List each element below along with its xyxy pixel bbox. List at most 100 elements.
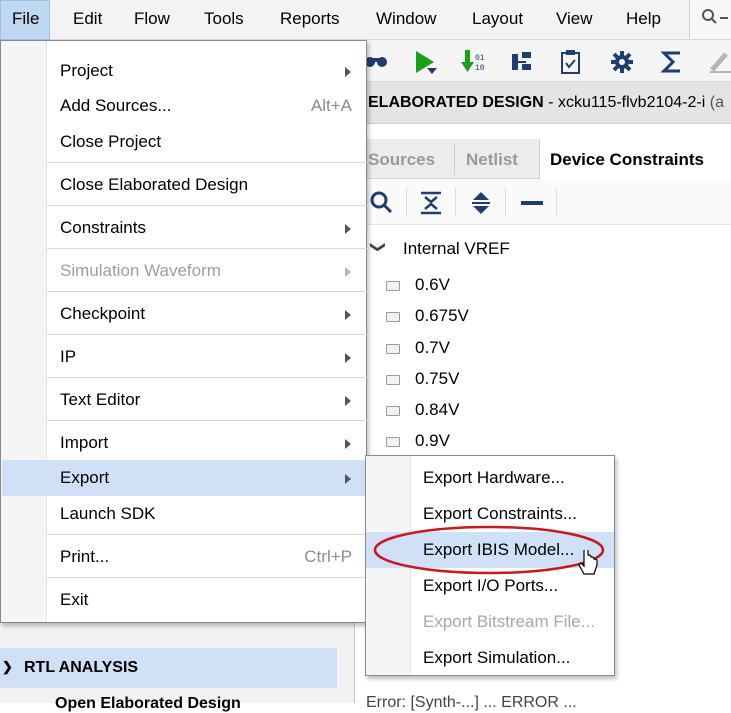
tree-item-label: 0.84V (415, 400, 460, 419)
folder-icon (386, 405, 400, 416)
menu-item-label: Close Elaborated Design (60, 175, 249, 194)
tree-root-internal-vref[interactable]: Internal VREF (403, 239, 510, 259)
submenu-arrow-icon (345, 224, 351, 234)
tab-device-constraints[interactable]: Device Constraints (539, 139, 731, 180)
status-line: Error: [Synth-...] ... ERROR ... (366, 694, 577, 711)
clipboard-icon[interactable] (560, 50, 582, 74)
menu-item-label: Simulation Waveform (60, 261, 221, 280)
folder-icon (386, 311, 400, 322)
search-icon[interactable] (370, 191, 394, 215)
menu-item-ip[interactable]: IP (47, 339, 367, 375)
menu-item-label: Export Simulation... (423, 648, 571, 667)
submenu-arrow-icon (345, 67, 351, 77)
shortcut-label: Ctrl+P (304, 547, 352, 566)
menu-icon-strip (1, 41, 47, 622)
menu-item-label: Export Bitstream File... (423, 612, 595, 631)
menu-item-label: Launch SDK (60, 504, 156, 523)
submenu-arrow-icon (345, 396, 351, 406)
pointer-cursor-icon (578, 550, 598, 575)
menu-item-constraints[interactable]: Constraints (47, 210, 367, 246)
menu-reports[interactable]: Reports (280, 9, 340, 29)
tree-item-label: 0.7V (415, 338, 450, 357)
tree-item[interactable]: 0.75V (386, 369, 459, 393)
menu-item-export-bitstream: Export Bitstream File... (366, 604, 614, 640)
menu-item-label: Exit (60, 590, 89, 609)
menu-item-export-simulation[interactable]: Export Simulation... (366, 640, 614, 676)
menu-item-import[interactable]: Import (47, 425, 367, 461)
menu-item-label: Close Project (60, 132, 162, 151)
menu-item-label: Constraints (60, 218, 146, 237)
menu-item-exit[interactable]: Exit (47, 582, 367, 618)
design-title: ELABORATED DESIGN (368, 94, 544, 111)
menu-edit[interactable]: Edit (73, 9, 102, 29)
menu-item-label: Import (60, 433, 109, 452)
menu-window[interactable]: Window (376, 9, 436, 29)
menu-item-label: Text Editor (60, 390, 141, 409)
rtl-analysis-section[interactable]: ❯ RTL ANALYSIS (0, 648, 337, 688)
chevron-down-icon: ❯ (2, 659, 13, 674)
menu-item-export[interactable]: Export (2, 460, 367, 496)
menu-item-label: Export Constraints... (423, 504, 578, 523)
menu-item-text-editor[interactable]: Text Editor (47, 382, 367, 418)
run-icon[interactable] (413, 50, 439, 76)
tree-item-label: 0.675V (415, 306, 469, 325)
menu-item-project[interactable]: Project (47, 53, 367, 89)
menu-item-label: Export (60, 468, 110, 487)
highlight-ellipse (373, 525, 605, 575)
tree-item-label: 0.6V (415, 275, 450, 294)
menu-item-close-elaborated-design[interactable]: Close Elaborated Design (47, 167, 367, 203)
shortcut-label: Alt+A (310, 96, 352, 115)
tab-device-constraints-label: Device Constraints (550, 150, 704, 169)
submenu-arrow-icon (345, 439, 351, 449)
design-title-tail: (a (709, 94, 724, 111)
menu-tools[interactable]: Tools (204, 9, 244, 29)
tree-item[interactable]: 0.9V (386, 431, 450, 455)
section-title: RTL ANALYSIS (24, 659, 139, 676)
edit-icon[interactable] (708, 50, 731, 74)
implementation-icon[interactable] (510, 50, 534, 74)
binoculars-icon[interactable] (364, 50, 388, 72)
collapse-all-icon[interactable] (420, 191, 442, 215)
folder-icon (386, 436, 400, 447)
menu-item-export-hardware[interactable]: Export Hardware... (366, 460, 614, 496)
menu-item-label: Project (60, 61, 113, 80)
menu-flow[interactable]: Flow (134, 9, 170, 29)
quick-search[interactable] (689, 0, 731, 38)
folder-icon (386, 374, 400, 385)
menu-item-label: Print... (60, 547, 110, 566)
file-menu: Project Add Sources... Alt+A Close Projec… (0, 40, 367, 623)
menu-item-print[interactable]: Print... Ctrl+P (47, 539, 367, 575)
tree-item[interactable]: 0.84V (386, 400, 459, 424)
tree-item[interactable]: 0.6V (386, 275, 450, 299)
folder-icon (386, 280, 400, 291)
menu-layout[interactable]: Layout (472, 9, 523, 29)
menu-file[interactable]: File (0, 0, 50, 40)
menu-item-launch-sdk[interactable]: Launch SDK (47, 496, 367, 532)
expand-all-icon[interactable] (470, 191, 492, 215)
menu-bar: File Edit Flow Tools Reports Window Layo… (0, 0, 731, 40)
gear-icon[interactable] (610, 50, 634, 74)
tree-item-label: 0.9V (415, 431, 450, 450)
menu-item-label: IP (60, 347, 77, 366)
open-elaborated-design-link[interactable]: Open Elaborated Design (55, 695, 241, 713)
menu-item-close-project[interactable]: Close Project (47, 124, 367, 160)
minus-icon[interactable] (520, 191, 544, 215)
menu-item-add-sources[interactable]: Add Sources... Alt+A (47, 88, 367, 124)
bitstream-icon[interactable]: 0110 (461, 50, 487, 74)
menu-item-checkpoint[interactable]: Checkpoint (47, 296, 367, 332)
submenu-arrow-icon (345, 474, 351, 484)
part-name: - xcku115-flvb2104-2-i (543, 94, 706, 111)
sigma-icon[interactable] (660, 50, 684, 74)
svg-text:10: 10 (475, 64, 485, 73)
tab-netlist[interactable]: Netlist (466, 150, 518, 170)
chevron-down-icon[interactable]: ❯ (369, 241, 387, 254)
menu-item-simulation-waveform: Simulation Waveform (47, 253, 367, 289)
tree-item[interactable]: 0.675V (386, 306, 469, 330)
submenu-arrow-icon (345, 267, 351, 277)
menu-item-label: Add Sources... (60, 96, 172, 115)
menu-view[interactable]: View (556, 9, 593, 29)
tree-item[interactable]: 0.7V (386, 338, 450, 362)
design-header: ELABORATED DESIGN - xcku115-flvb2104-2-i… (356, 82, 731, 124)
menu-help[interactable]: Help (626, 9, 661, 29)
tab-sources[interactable]: Sources (368, 150, 435, 170)
